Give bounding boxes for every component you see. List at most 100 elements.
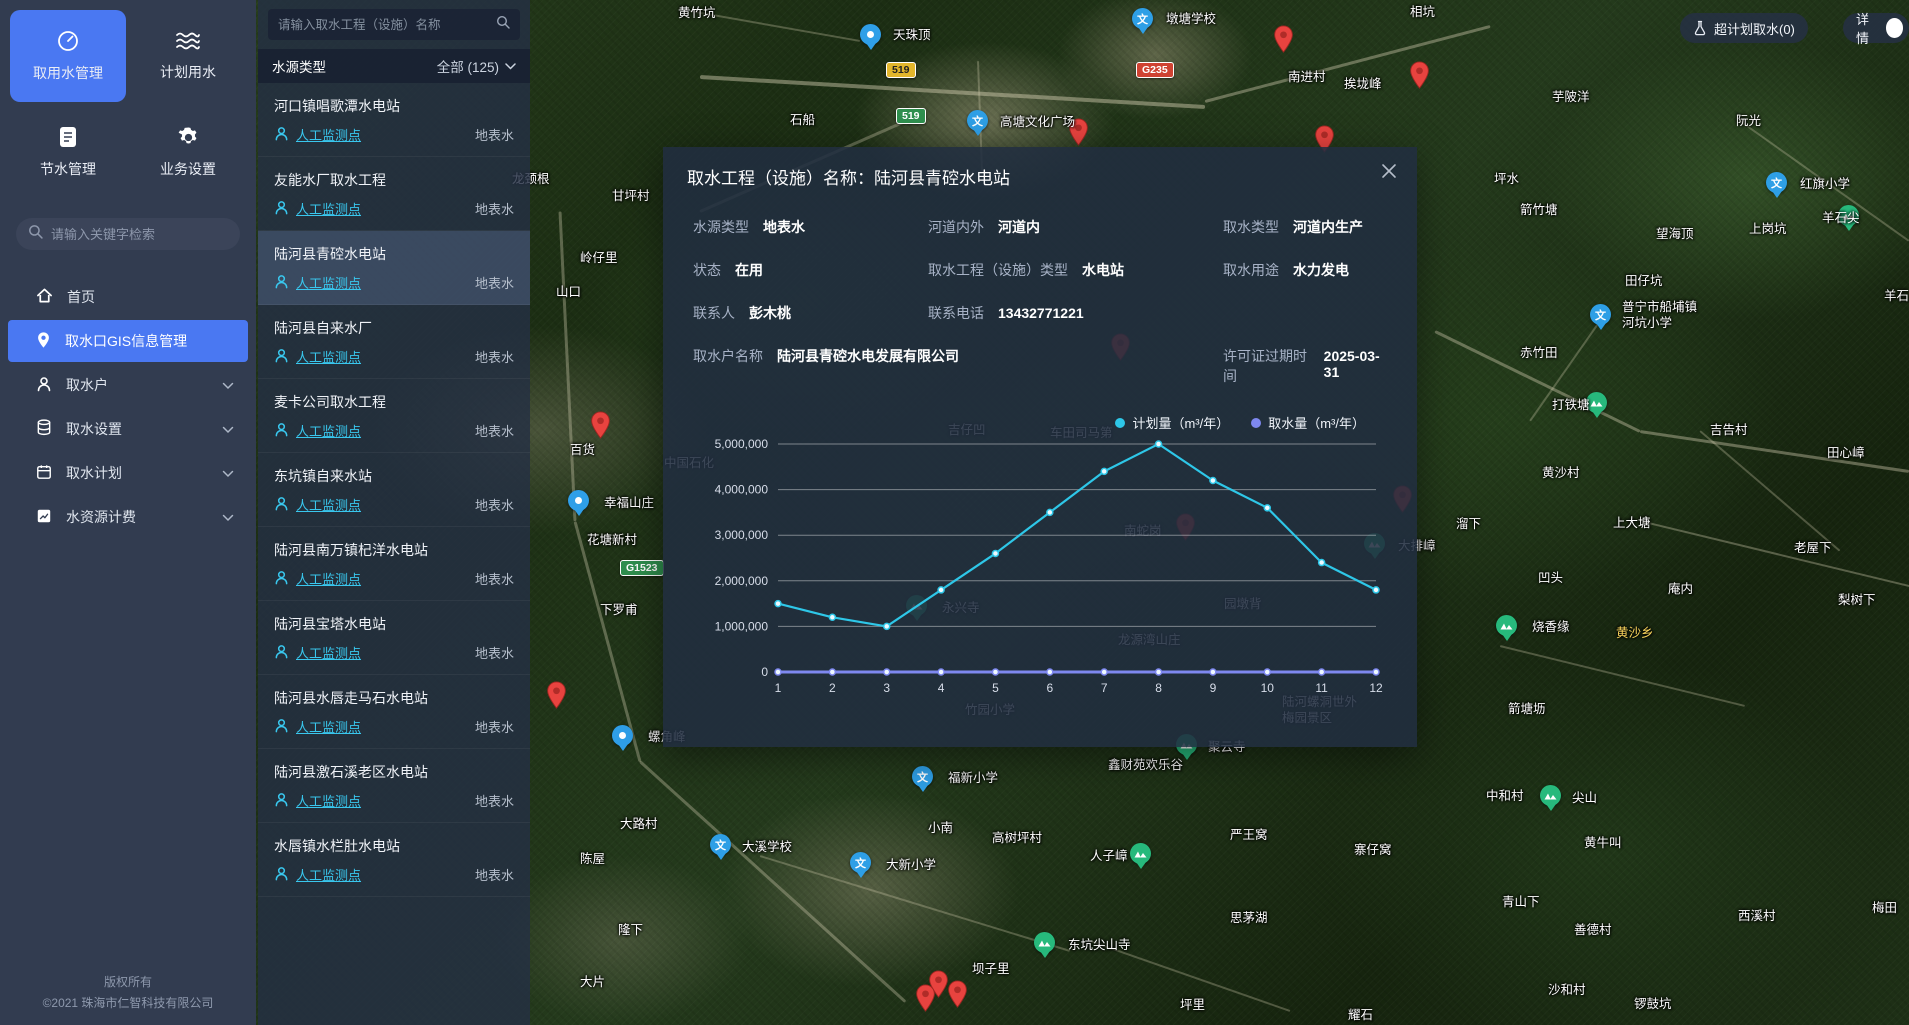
svg-text:6: 6 — [1046, 681, 1053, 695]
modal-fields: 水源类型地表水河道内外河道内取水类型河道内生产状态在用取水工程（设施）类型水电站… — [663, 199, 1417, 386]
doc-icon — [57, 125, 79, 149]
person-icon — [274, 792, 289, 810]
map-place-label: 高树坪村 — [992, 831, 1042, 847]
module-3[interactable]: 节水管理 — [10, 106, 126, 198]
map-place-label: 梅田 — [1872, 901, 1897, 917]
module-1[interactable]: 取用水管理 — [10, 10, 126, 102]
module-label: 业务设置 — [160, 159, 216, 179]
map-place-label: 挨垅峰 — [1344, 77, 1382, 93]
red-pin-marker[interactable] — [1409, 61, 1430, 94]
module-4[interactable]: 业务设置 — [130, 106, 246, 198]
legend-item[interactable]: 取水量（m³/年） — [1251, 413, 1365, 432]
map-place-label: 石船 — [790, 113, 815, 129]
module-2[interactable]: 计划用水 — [130, 10, 246, 102]
monitor-type: 人工监测点 — [296, 569, 468, 588]
red-pin-marker[interactable] — [590, 411, 611, 444]
station-item-8[interactable]: 陆河县宝塔水电站人工监测点地表水 — [258, 601, 530, 675]
monitor-type: 人工监测点 — [296, 717, 468, 736]
station-name: 陆河县宝塔水电站 — [274, 614, 514, 634]
field: 取水户名称陆河县青硿水电发展有限公司 — [693, 346, 1223, 386]
sidebar-item-1[interactable]: 首页 — [8, 276, 248, 318]
svg-text:5: 5 — [992, 681, 999, 695]
scenic-marker — [1130, 843, 1151, 864]
chart-legend: 计划量（m³/年） 取水量（m³/年） — [681, 413, 1399, 432]
map-place-label: 甘坪村 — [612, 189, 650, 205]
map-place-label: 梨树下 — [1838, 593, 1876, 609]
station-item-7[interactable]: 陆河县南万镇杞洋水电站人工监测点地表水 — [258, 527, 530, 601]
calendar-icon — [36, 464, 52, 483]
map-place-label: 赤竹田 — [1520, 346, 1558, 362]
red-pin-marker[interactable] — [546, 681, 567, 714]
map-place-label: 相坑 — [1410, 5, 1435, 21]
gear-icon — [177, 126, 200, 149]
detail-toggle[interactable]: 详情 — [1843, 13, 1909, 43]
map-place-label: 坪里 — [1180, 998, 1205, 1014]
red-pin-marker[interactable] — [947, 980, 968, 1013]
toggle-knob[interactable] — [1886, 18, 1903, 38]
water-source: 地表水 — [475, 791, 514, 810]
map-place-label: 羊石 — [1884, 289, 1909, 305]
legend-item[interactable]: 计划量（m³/年） — [1115, 413, 1229, 432]
station-item-1[interactable]: 河口镇唱歌潭水电站人工监测点地表水 — [258, 83, 530, 157]
station-item-9[interactable]: 陆河县水唇走马石水电站人工监测点地表水 — [258, 675, 530, 749]
sidebar: 取用水管理计划用水节水管理业务设置 首页取水口GIS信息管理取水户取水设置取水计… — [0, 0, 256, 1025]
station-item-11[interactable]: 水唇镇水栏肚水电站人工监测点地表水 — [258, 823, 530, 897]
sidebar-item-label: 取水口GIS信息管理 — [65, 331, 234, 351]
map-place-label: 黄牛叫 — [1584, 836, 1622, 852]
monitor-type: 人工监测点 — [296, 421, 468, 440]
station-item-5[interactable]: 麦卡公司取水工程人工监测点地表水 — [258, 379, 530, 453]
meter-icon — [56, 29, 80, 53]
chart-block: 计划量（m³/年）取水量（m³/年） 01,000,0002,000,0003,… — [663, 409, 1417, 706]
over-plan-button[interactable]: 超计划取水(0) — [1680, 13, 1808, 43]
station-item-4[interactable]: 陆河县自来水厂人工监测点地表水 — [258, 305, 530, 379]
station-detail-modal: 取水工程（设施）名称：陆河县青硿水电站 水源类型地表水河道内外河道内取水类型河道… — [663, 147, 1417, 747]
sidebar-item-6[interactable]: 水资源计费 — [8, 496, 248, 538]
poi-marker — [568, 490, 589, 511]
red-pin-marker[interactable] — [915, 984, 936, 1017]
search-icon[interactable] — [496, 15, 510, 34]
station-search-input[interactable] — [278, 18, 488, 32]
svg-text:4,000,000: 4,000,000 — [715, 483, 769, 497]
map-place-label: 花塘新村 — [587, 533, 637, 549]
sidebar-item-2[interactable]: 取水口GIS信息管理 — [8, 320, 248, 362]
sidebar-search-input[interactable] — [51, 227, 228, 242]
svg-text:1,000,000: 1,000,000 — [715, 619, 769, 633]
station-item-6[interactable]: 东坑镇自来水站人工监测点地表水 — [258, 453, 530, 527]
water-source: 地表水 — [475, 569, 514, 588]
chevron-down-icon — [222, 421, 234, 437]
map-place-label: 芋陂洋 — [1552, 90, 1590, 106]
close-icon[interactable] — [1381, 163, 1397, 184]
road-badge: 519 — [886, 62, 916, 78]
red-pin-marker[interactable] — [1273, 25, 1294, 58]
map-place-label: 锣鼓坑 — [1634, 997, 1672, 1013]
map-place-label: 西溪村 — [1738, 909, 1776, 925]
person-icon — [274, 718, 289, 736]
station-item-3[interactable]: 陆河县青硿水电站人工监测点地表水 — [258, 231, 530, 305]
svg-text:5,000,000: 5,000,000 — [715, 437, 769, 451]
svg-text:9: 9 — [1210, 681, 1217, 695]
svg-text:11: 11 — [1315, 681, 1328, 695]
map-place-label: 陈屋 — [580, 852, 605, 868]
sidebar-item-4[interactable]: 取水设置 — [8, 408, 248, 450]
svg-text:12: 12 — [1369, 681, 1383, 695]
map-place-label: 凹头 — [1538, 571, 1563, 587]
sidebar-item-5[interactable]: 取水计划 — [8, 452, 248, 494]
map-place-label: 严王窝 — [1230, 828, 1268, 844]
map-place-label: 幸福山庄 — [604, 496, 654, 512]
home-icon — [36, 287, 53, 307]
module-label: 计划用水 — [160, 62, 216, 82]
map-place-label: 黄竹坑 — [678, 6, 716, 22]
station-item-2[interactable]: 友能水厂取水工程人工监测点地表水 — [258, 157, 530, 231]
water-source: 地表水 — [475, 347, 514, 366]
map-place-label: 天珠顶 — [893, 28, 931, 44]
poi-marker — [612, 725, 633, 746]
field: 取水工程（设施）类型水电站 — [928, 260, 1223, 280]
filter-dropdown[interactable]: 全部 (125) — [437, 56, 516, 76]
station-name: 东坑镇自来水站 — [274, 466, 514, 486]
sidebar-item-3[interactable]: 取水户 — [8, 364, 248, 406]
water-source: 地表水 — [475, 643, 514, 662]
water-source: 地表水 — [475, 865, 514, 884]
station-item-10[interactable]: 陆河县激石溪老区水电站人工监测点地表水 — [258, 749, 530, 823]
field-value: 彭木桃 — [749, 303, 791, 323]
map-place-label: 隆下 — [618, 923, 643, 939]
